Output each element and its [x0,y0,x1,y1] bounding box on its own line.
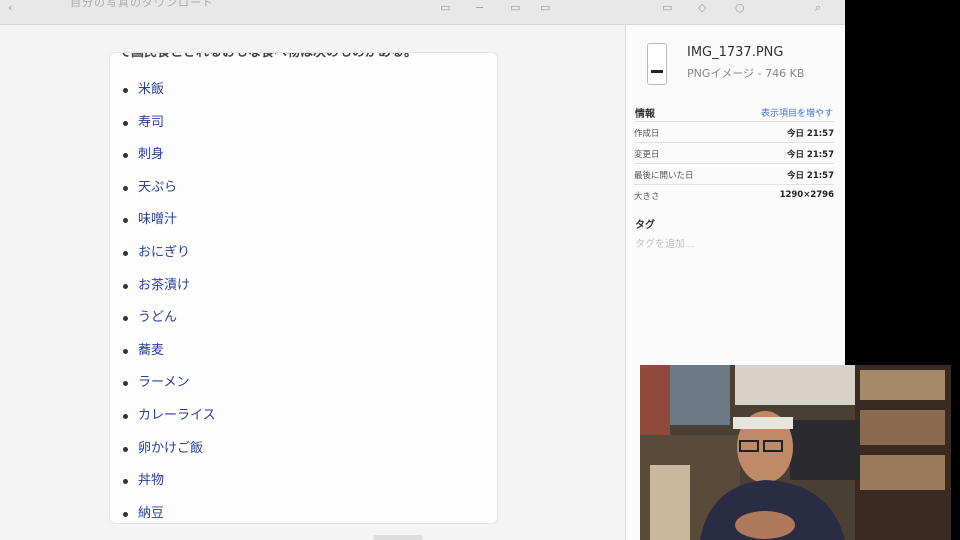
info-row-value: 1290×2796 [779,190,834,200]
back-icon[interactable]: ‹ [8,2,12,14]
tags-input[interactable]: タグを追加... [635,235,695,250]
list-item[interactable]: 寿司 [110,108,216,141]
intro-text: で国民食とされるおもな食べ物は次のものがある。 [118,52,418,60]
share-icon[interactable]: ▭ [540,2,550,14]
search-icon[interactable]: ⌕ [815,2,821,14]
info-row-value: 今日 21:57 [786,150,834,160]
list-item[interactable]: 丼物 [110,466,216,499]
info-row: 大きさ 1290×2796 [634,184,834,205]
zoom-in-icon[interactable]: ▭ [510,2,520,14]
info-row-key: 大きさ [634,192,660,202]
info-row: 最後に開いた日 今日 21:57 [634,163,834,184]
image-preview-area: で国民食とされるおもな食べ物は次のものがある。 米飯 寿司 刺身 天ぷら 味噌汁… [0,25,625,540]
sidebar-icon[interactable]: ▭ [440,2,450,14]
document-page: で国民食とされるおもな食べ物は次のものがある。 米飯 寿司 刺身 天ぷら 味噌汁… [109,52,498,524]
list-item[interactable]: うどん [110,303,216,336]
info-row-key: 作成日 [634,129,660,139]
info-row-key: 変更日 [634,150,660,160]
list-item[interactable]: 刺身 [110,140,216,173]
info-row: 作成日 今日 21:57 [634,121,834,142]
list-item[interactable]: 蕎麦 [110,336,216,369]
file-name: IMG_1737.PNG [687,45,784,60]
food-list: 米飯 寿司 刺身 天ぷら 味噌汁 おにぎり お茶漬け うどん 蕎麦 ラーメン カ… [110,75,216,523]
info-row-value: 今日 21:57 [786,171,834,181]
list-item[interactable]: 味噌汁 [110,205,216,238]
webcam-image [640,365,951,540]
markup-icon[interactable]: ◇ [698,2,706,14]
tags-section-title: タグ [635,220,655,231]
list-item[interactable]: カレーライス [110,401,216,434]
info-row-key: 最後に開いた日 [634,171,694,181]
info-row: 変更日 今日 21:57 [634,142,834,163]
info-section-title: 情報 [635,109,655,120]
info-row-value: 今日 21:57 [786,129,834,139]
show-more-link[interactable]: 表示項目を増やす [761,106,833,119]
list-item[interactable]: 卵かけご飯 [110,434,216,467]
toolbar: ‹ 自分の写真のダウンロード ▭ − ▭ ▭ ▭ ◇ ○ ⌕ [0,0,845,25]
list-item[interactable]: 米飯 [110,75,216,108]
info-icon[interactable]: ○ [735,2,745,14]
window-title: 自分の写真のダウンロード [70,0,214,9]
list-item[interactable]: 納豆 [110,499,216,523]
file-thumbnail-icon [647,43,667,85]
rotate-icon[interactable]: ▭ [662,2,672,14]
list-item[interactable]: お茶漬け [110,271,216,304]
list-item[interactable]: 天ぷら [110,173,216,206]
webcam-overlay [640,365,951,540]
zoom-out-icon[interactable]: − [475,2,484,14]
scrollbar[interactable] [373,535,423,540]
file-meta: PNGイメージ - 746 KB [687,67,805,80]
list-item[interactable]: ラーメン [110,368,216,401]
list-item[interactable]: おにぎり [110,238,216,271]
